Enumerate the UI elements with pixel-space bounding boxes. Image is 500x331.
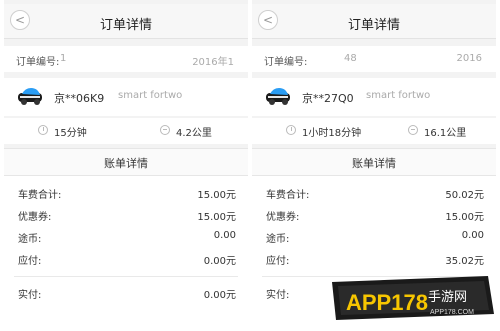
bill-title: 账单详情 (352, 157, 396, 170)
bill-row-tucoin: 途币: 0.00 (4, 226, 248, 246)
bill-row-tucoin: 途币: 0.00 (252, 226, 496, 246)
trip-stats-row: 15分钟 4.2公里 (4, 118, 248, 144)
car-icon (18, 88, 42, 105)
order-detail-panel-left: < 订单详情 订单编号: 1 2016年1 京**06K9 smart fort… (4, 0, 248, 331)
order-number-value: 1 (60, 53, 67, 64)
trip-duration: 1小时18分钟 (302, 128, 362, 139)
bill-value: 0.00元 (203, 256, 236, 267)
clock-icon (286, 125, 296, 135)
watermark-domain-text: APP178.COM (430, 309, 474, 316)
divider (14, 276, 238, 277)
bill-label: 优惠券: (266, 212, 300, 223)
bill-header: 账单详情 (4, 148, 248, 176)
bill-label: 实付: (266, 290, 290, 301)
bill-label: 车费合计: (18, 190, 62, 201)
order-number-label: 订单编号: (264, 57, 308, 68)
page-title: 订单详情 (99, 18, 152, 33)
bill-row-coupon: 优惠券: 15.00元 (4, 204, 248, 224)
order-number-row: 订单编号: 48 2016 (252, 46, 496, 72)
car-row: 京**06K9 smart fortwo (4, 78, 248, 116)
bill-row-coupon: 优惠券: 15.00元 (252, 204, 496, 224)
bill-label: 车费合计: (266, 190, 310, 201)
trip-distance: 4.2公里 (176, 128, 212, 139)
distance-icon (160, 125, 170, 135)
order-date-value: 2016 (456, 53, 482, 64)
car-plate: 京**06K9 (54, 92, 105, 105)
bill-row-payable: 应付: 35.02元 (252, 248, 496, 268)
bill-value: 0.00元 (203, 290, 236, 301)
bill-value: 15.00元 (197, 190, 236, 201)
car-model: smart fortwo (366, 90, 431, 101)
app-header: < 订单详情 (252, 4, 496, 39)
bill-label: 实付: (18, 290, 42, 301)
bill-label: 途币: (266, 234, 290, 245)
bill-value: 50.02元 (445, 190, 484, 201)
bill-value: 35.02元 (445, 256, 484, 267)
trip-stats-row: 1小时18分钟 16.1公里 (252, 118, 496, 144)
clock-icon (38, 125, 48, 135)
bill-label: 应付: (18, 256, 42, 267)
bill-title: 账单详情 (104, 157, 148, 170)
bill-row-paid: 实付: 0.00元 (4, 282, 248, 302)
bill-body: 车费合计: 15.00元 优惠券: 15.00元 途币: 0.00 应付: 0.… (4, 176, 248, 331)
car-icon (266, 88, 290, 105)
app178-watermark: APP178 手游网 APP178.COM (332, 276, 494, 320)
page-title: 订单详情 (347, 18, 400, 33)
bill-value: 15.00元 (197, 212, 236, 223)
app-header: < 订单详情 (4, 4, 248, 39)
car-model: smart fortwo (118, 90, 183, 101)
bill-header: 账单详情 (252, 148, 496, 176)
trip-duration: 15分钟 (54, 128, 87, 139)
car-plate: 京**27Q0 (302, 92, 354, 105)
bill-value: 0.00 (213, 230, 236, 241)
bill-row-total: 车费合计: 50.02元 (252, 182, 496, 202)
order-number-value: 48 (344, 53, 357, 64)
bill-label: 应付: (266, 256, 290, 267)
bill-value: 15.00元 (445, 212, 484, 223)
order-number-row: 订单编号: 1 2016年1 (4, 46, 248, 72)
watermark-suffix-text: 手游网 (428, 290, 467, 305)
order-date-value: 2016年1 (192, 57, 234, 68)
bill-label: 途币: (18, 234, 42, 245)
trip-distance: 16.1公里 (424, 128, 467, 139)
order-number-label: 订单编号: (16, 57, 60, 68)
bill-row-payable: 应付: 0.00元 (4, 248, 248, 268)
bill-value: 0.00 (461, 230, 484, 241)
bill-row-total: 车费合计: 15.00元 (4, 182, 248, 202)
watermark-logo-text: APP178 (346, 290, 428, 315)
distance-icon (408, 125, 418, 135)
bill-label: 优惠券: (18, 212, 52, 223)
car-row: 京**27Q0 smart fortwo (252, 78, 496, 116)
